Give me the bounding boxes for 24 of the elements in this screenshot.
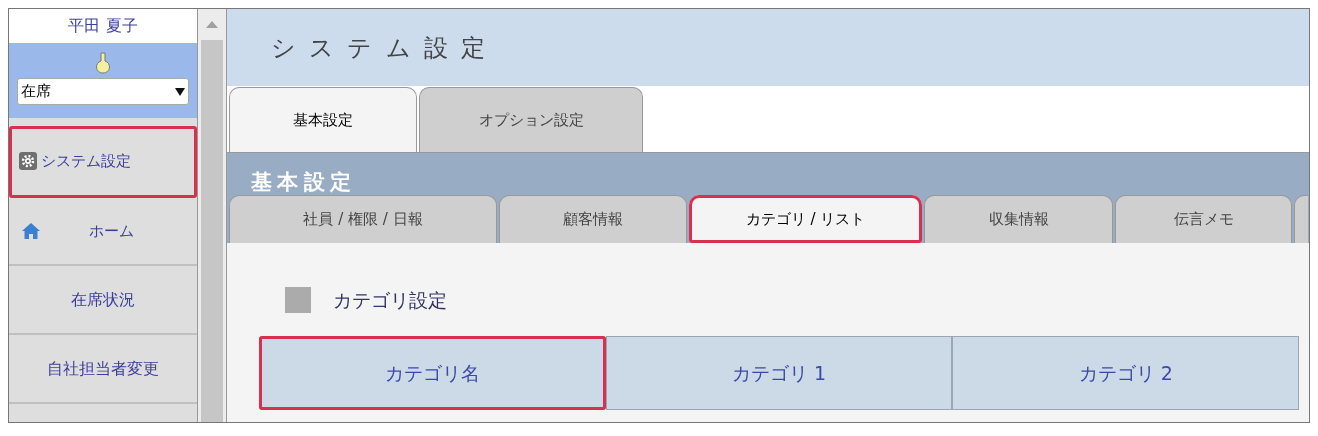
scroll-up-arrow-icon[interactable] [206, 21, 218, 28]
tab[interactable]: 基本設定 [229, 87, 417, 152]
dropdown-arrow-icon [175, 87, 185, 96]
gear-icon [19, 152, 37, 170]
user-name: 平田 夏子 [9, 9, 197, 43]
sidebar-item[interactable]: システム設定 [9, 126, 197, 198]
page-title: システム設定 [271, 32, 499, 64]
section-heading: カテゴリ設定 [333, 287, 447, 313]
heading-marker [285, 287, 311, 313]
sub-tab[interactable]: 社員 / 権限 / 日報 [229, 195, 497, 243]
scrollbar[interactable] [198, 9, 227, 422]
section-band-title: 基本設定 [250, 169, 357, 195]
sub-tab[interactable]: 収集情報 [924, 195, 1113, 243]
sub-tab[interactable]: 顧客情報 [499, 195, 687, 243]
sub-tab[interactable]: カテゴリ / リスト [689, 195, 922, 243]
column-header: カテゴリ名 [259, 336, 606, 410]
tab-edge [1294, 195, 1308, 243]
tab[interactable]: オプション設定 [419, 87, 643, 152]
column-header: カテゴリ 2 [952, 336, 1299, 410]
sub-tab[interactable]: 伝言メモ [1115, 195, 1292, 243]
home-icon [21, 222, 41, 240]
column-header: カテゴリ 1 [605, 336, 953, 410]
status-select[interactable]: 在席 [17, 78, 189, 105]
light-bulb-icon [96, 52, 110, 74]
